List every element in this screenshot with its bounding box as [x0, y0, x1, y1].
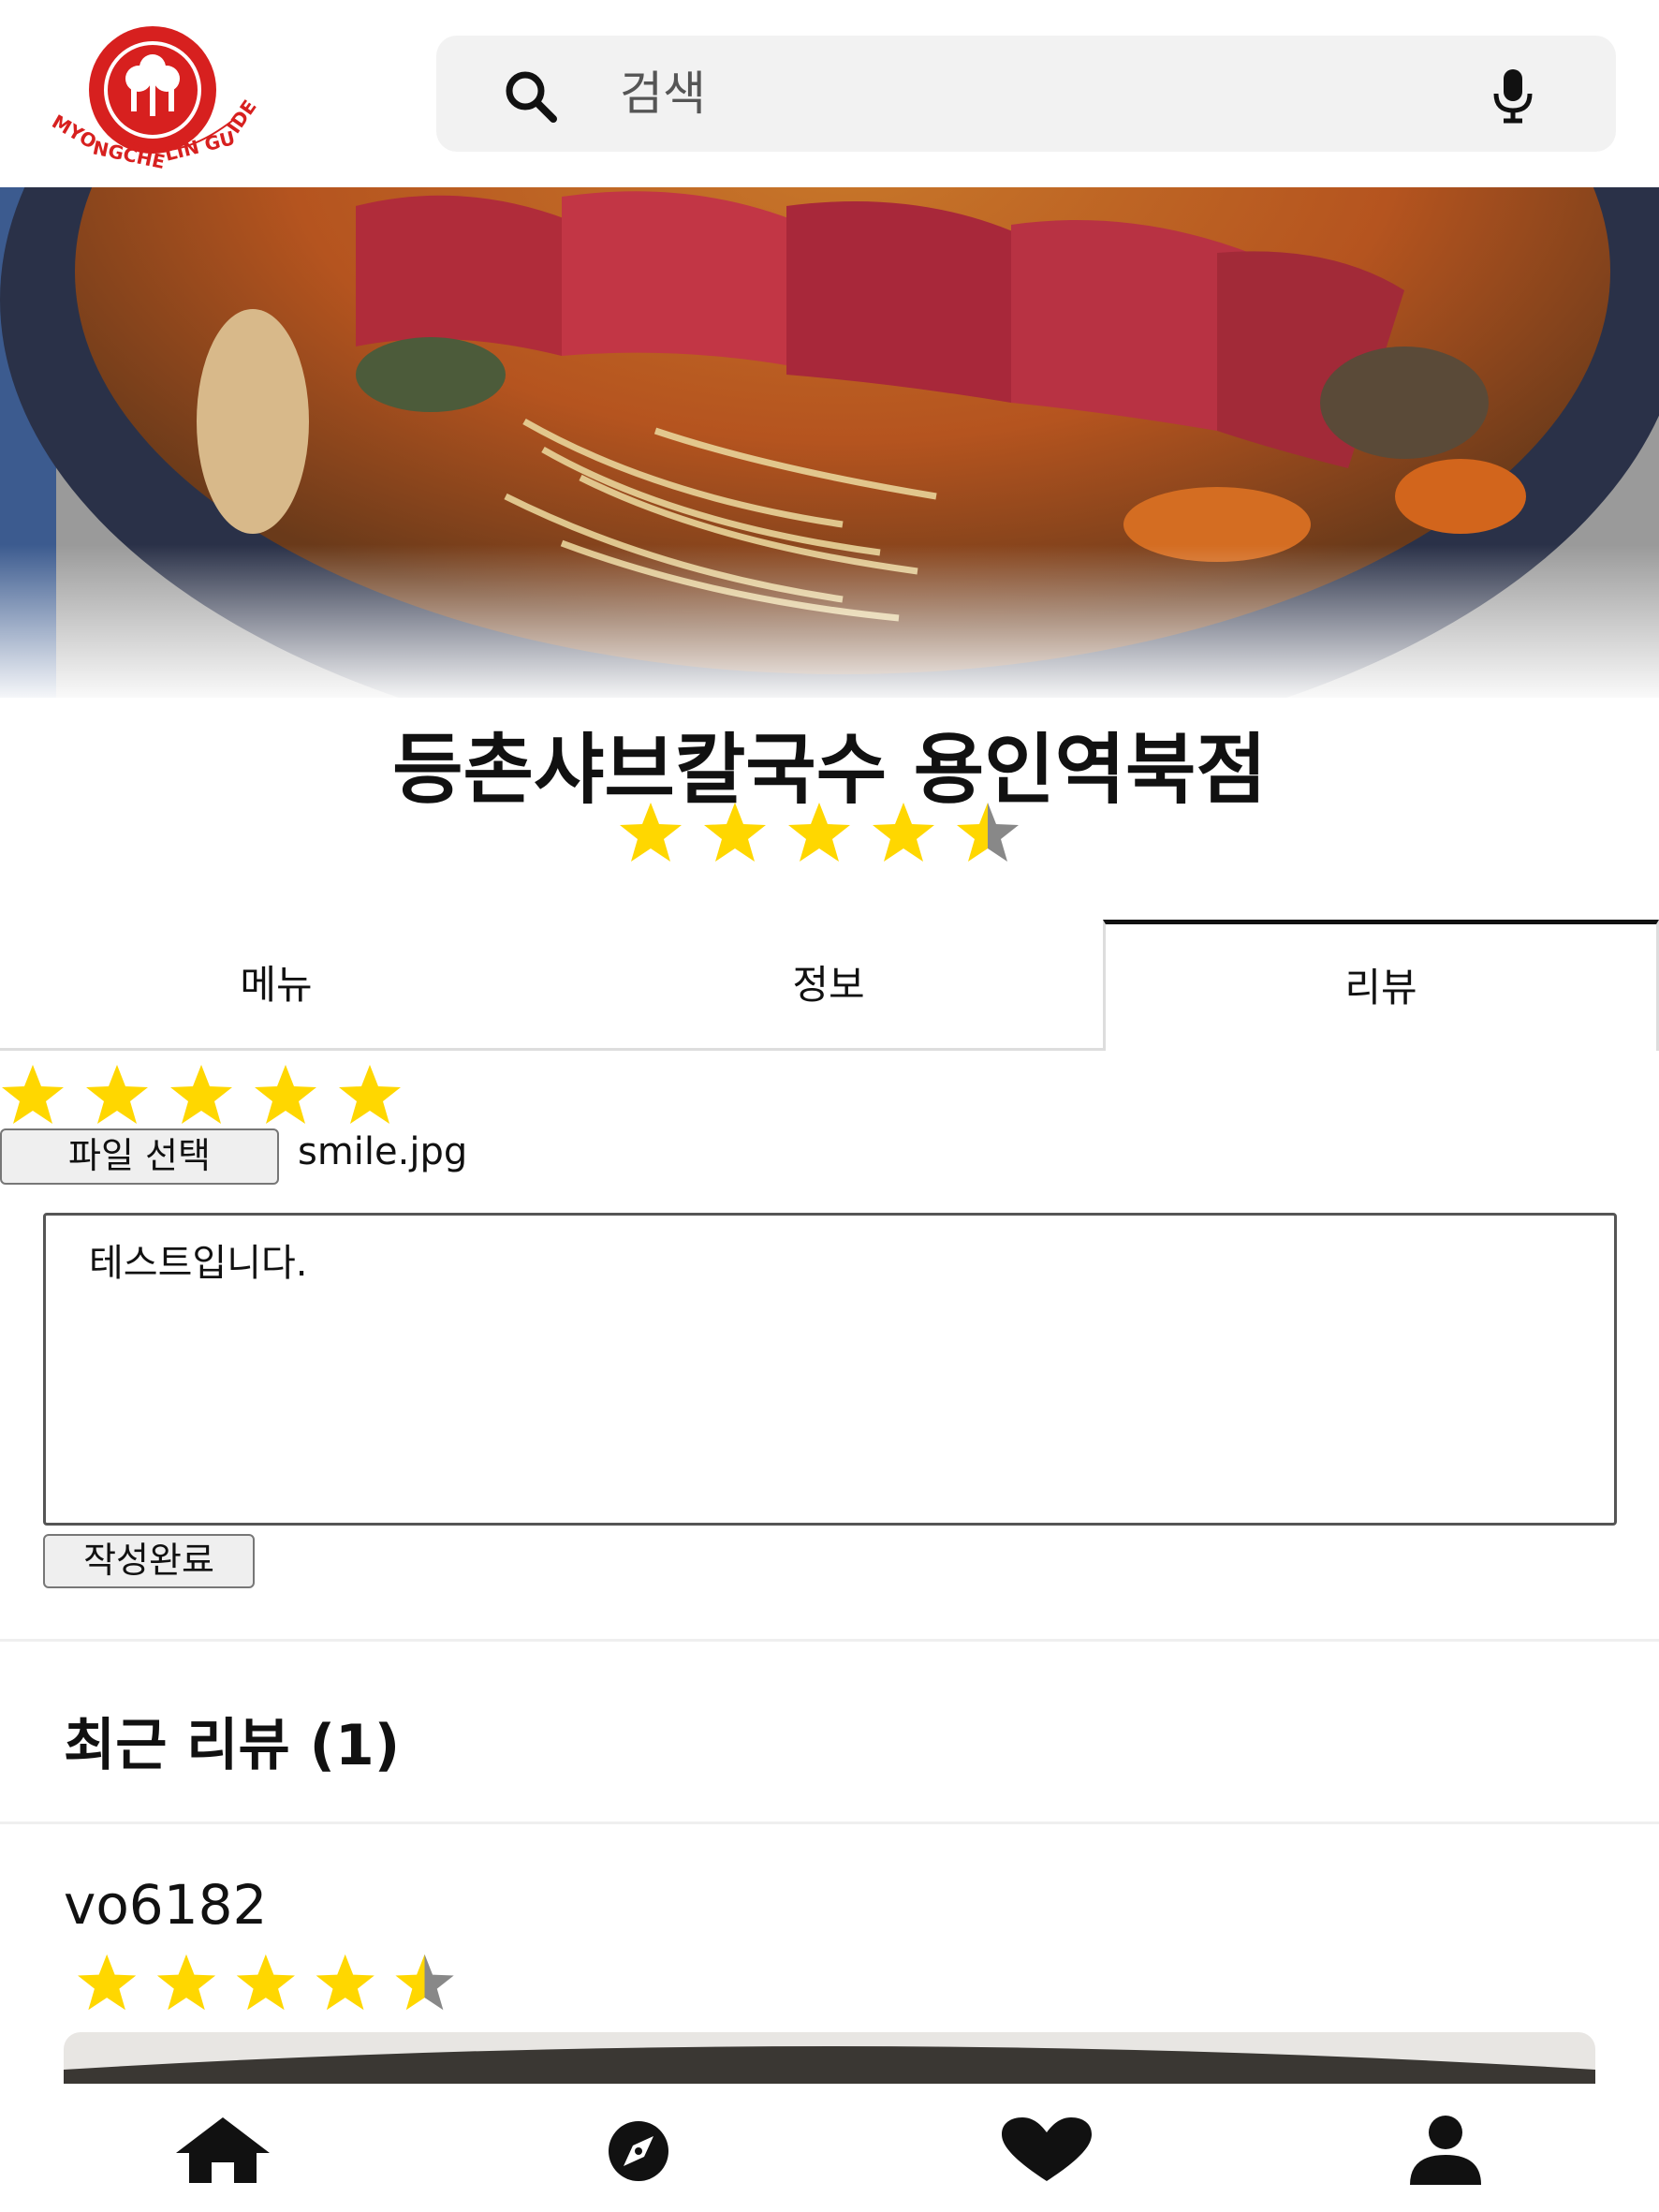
- recent-reviews-title: 최근 리뷰 (1): [64, 1713, 401, 1778]
- review-username: vo6182: [64, 1873, 268, 1937]
- review-photo[interactable]: [64, 2032, 1595, 2088]
- user-icon[interactable]: [1389, 2112, 1502, 2187]
- star-full-icon: [873, 803, 934, 862]
- heart-icon[interactable]: [991, 2112, 1103, 2187]
- review-rating: [64, 1953, 494, 2014]
- file-select-button[interactable]: 파일 선택: [0, 1128, 279, 1185]
- compass-icon[interactable]: [582, 2112, 695, 2187]
- star-full-icon: [236, 1954, 295, 2011]
- restaurant-rating: [618, 801, 1049, 866]
- divider: [0, 1821, 1659, 1824]
- star-1-icon[interactable]: [2, 1065, 64, 1124]
- selected-file-name: smile.jpg: [298, 1130, 468, 1173]
- restaurant-hero-image: [0, 187, 1659, 698]
- star-2-icon[interactable]: [86, 1065, 148, 1124]
- nav-favorites[interactable]: [991, 2112, 1103, 2187]
- divider: [0, 1639, 1659, 1642]
- tab-info[interactable]: 정보: [552, 920, 1105, 1051]
- rating-stars: [620, 803, 1019, 862]
- home-icon[interactable]: [167, 2112, 279, 2187]
- nav-profile[interactable]: [1389, 2112, 1502, 2187]
- tab-review[interactable]: 리뷰: [1103, 920, 1659, 1051]
- star-full-icon: [316, 1954, 374, 2011]
- search-bar[interactable]: [436, 36, 1616, 152]
- submit-review-button[interactable]: 작성완료: [43, 1534, 255, 1588]
- microphone-icon[interactable]: [1485, 66, 1541, 125]
- star-half-icon: [395, 1954, 454, 2011]
- review-text-input[interactable]: [43, 1213, 1617, 1526]
- bottom-navigation: [0, 2084, 1659, 2212]
- search-input[interactable]: [620, 60, 1462, 127]
- star-full-icon: [620, 803, 682, 862]
- star-full-icon: [78, 1954, 137, 2011]
- restaurant-tabs: 메뉴 정보 리뷰: [0, 920, 1659, 1051]
- tab-menu[interactable]: 메뉴: [0, 920, 552, 1051]
- star-4-icon[interactable]: [255, 1065, 316, 1124]
- nav-home[interactable]: [167, 2112, 279, 2187]
- search-icon[interactable]: [502, 67, 558, 124]
- star-full-icon: [704, 803, 766, 862]
- star-full-icon: [156, 1954, 216, 2011]
- star-3-icon[interactable]: [170, 1065, 232, 1124]
- star-5-icon[interactable]: [339, 1065, 401, 1124]
- app-header: MYO NGCHE LIN GU IDE: [0, 0, 1659, 187]
- star-half-icon: [957, 803, 1019, 862]
- myongchelin-logo[interactable]: MYO NGCHE LIN GU IDE: [45, 22, 298, 173]
- review-rating-input[interactable]: [0, 1063, 431, 1128]
- star-full-icon: [788, 803, 850, 862]
- nav-explore[interactable]: [582, 2112, 695, 2187]
